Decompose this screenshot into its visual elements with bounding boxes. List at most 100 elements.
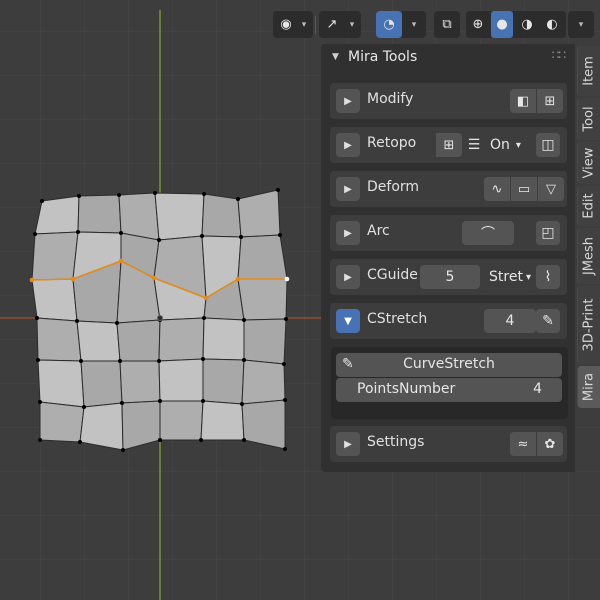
mesh-face[interactable] <box>39 401 85 443</box>
tab-3d-print[interactable]: 3D-Print <box>577 286 600 364</box>
subpanel-modify[interactable]: ▶ Modify ◧ ⊞ <box>330 83 567 119</box>
mesh-vertex[interactable] <box>158 399 162 403</box>
mesh-face[interactable] <box>119 360 161 404</box>
mesh-vertex[interactable] <box>284 317 288 321</box>
mesh-face[interactable] <box>118 192 160 241</box>
mesh-face[interactable] <box>202 358 245 405</box>
mesh-face[interactable] <box>158 358 204 402</box>
mesh-vertex[interactable] <box>199 438 203 442</box>
mesh-face[interactable] <box>116 319 161 362</box>
shape-deform-icon[interactable]: ▭ <box>511 177 538 201</box>
cube-icon[interactable]: ◰ <box>536 221 560 245</box>
overlays-button[interactable]: ◔ <box>376 11 402 38</box>
mesh-face[interactable] <box>158 317 205 362</box>
mesh-vertex[interactable] <box>82 405 86 409</box>
curvestretch-button[interactable]: ✎ CurveStretch <box>336 353 562 377</box>
mesh-vertex[interactable] <box>283 447 287 451</box>
mesh-vertex[interactable] <box>38 438 42 442</box>
mesh-vertex[interactable] <box>79 359 83 363</box>
expand-play-icon[interactable]: ▶ <box>336 432 360 456</box>
mesh-face[interactable] <box>31 278 78 322</box>
tab-item[interactable]: Item <box>577 46 600 96</box>
mesh-face[interactable] <box>201 193 242 238</box>
mesh-vertex[interactable] <box>276 188 280 192</box>
mesh-vertex[interactable] <box>242 358 246 362</box>
collapse-play-icon[interactable]: ▼ <box>336 309 360 333</box>
mesh-face[interactable] <box>159 400 204 441</box>
mesh-face[interactable] <box>243 318 287 365</box>
mesh-vertex[interactable] <box>35 316 39 320</box>
mesh-vertex[interactable] <box>202 316 206 320</box>
shading-dropdown[interactable]: ▾ <box>568 11 594 38</box>
expand-play-icon[interactable]: ▶ <box>336 177 360 201</box>
mesh-vertex[interactable] <box>282 362 286 366</box>
mesh-vertex[interactable] <box>283 398 287 402</box>
mesh-vertex[interactable] <box>120 401 124 405</box>
mesh-face[interactable] <box>154 192 205 241</box>
selected-vertex[interactable] <box>203 295 209 301</box>
mesh-vertex[interactable] <box>119 231 123 235</box>
mesh-vertex[interactable] <box>121 448 125 452</box>
subpanel-retopo[interactable]: ▶ Retopo ⊞ ☰ On ▾ ◫ <box>330 127 567 163</box>
tab-jmesh[interactable]: JMesh <box>577 228 600 284</box>
expand-play-icon[interactable]: ▶ <box>336 133 360 157</box>
mesh-vertex[interactable] <box>201 399 205 403</box>
cguide-dropdown[interactable]: Stret ▾ <box>484 265 536 289</box>
subpanel-arc[interactable]: ▶ Arc ⌒ ◰ <box>330 215 567 251</box>
expand-play-icon[interactable]: ▶ <box>336 89 360 113</box>
mesh-vertex[interactable] <box>38 400 42 404</box>
mesh-vertex[interactable] <box>240 402 244 406</box>
visibility-button[interactable]: ◉ ▾ <box>273 11 313 38</box>
grid-icon[interactable]: ⊞ <box>436 133 462 157</box>
curve-guide-icon[interactable]: ⌇ <box>536 265 560 289</box>
mesh-vertex[interactable] <box>239 235 243 239</box>
mesh-face[interactable] <box>237 278 288 321</box>
mesh-face[interactable] <box>37 359 85 408</box>
mesh-vertex[interactable] <box>76 230 80 234</box>
curve-deform-icon[interactable]: ∿ <box>484 177 511 201</box>
xray-button[interactable]: ⧉ <box>434 11 460 38</box>
mesh-vertex[interactable] <box>33 232 37 236</box>
drag-handle-icon[interactable]: ∷∷ <box>552 48 566 62</box>
mesh-vertex[interactable] <box>278 233 282 237</box>
expand-play-icon[interactable]: ▶ <box>336 221 360 245</box>
cguide-number-field[interactable]: 5 <box>420 265 480 289</box>
overlays-dropdown[interactable]: ▾ <box>402 11 426 38</box>
solid-shading-icon[interactable]: ● <box>491 11 513 38</box>
mesh-vertex[interactable] <box>117 193 121 197</box>
paint-icon[interactable]: ✿ <box>537 432 563 456</box>
selected-vertex[interactable] <box>284 276 290 282</box>
mesh-vertex[interactable] <box>75 319 79 323</box>
selected-vertex[interactable] <box>29 277 35 283</box>
mesh-face[interactable] <box>237 234 288 280</box>
mesh-face[interactable] <box>31 231 79 281</box>
tab-view[interactable]: View <box>577 142 600 184</box>
cstretch-number-field[interactable]: 4 <box>484 309 536 333</box>
mesh-face[interactable] <box>202 317 245 361</box>
mesh-face[interactable] <box>77 194 122 234</box>
stretch-brush-icon[interactable]: ✎ <box>536 309 560 333</box>
mesh-face[interactable] <box>79 402 124 451</box>
subpanel-deform[interactable]: ▶ Deform ∿ ▭ ▽ <box>330 171 567 207</box>
mesh-face[interactable] <box>80 360 123 408</box>
node-tree-icon[interactable]: ⊞ <box>537 89 563 113</box>
mesh-vertex[interactable] <box>242 438 246 442</box>
mesh-vertex[interactable] <box>157 359 161 363</box>
subpanel-cguide[interactable]: ▶ CGuide 5 Stret ▾ ⌇ <box>330 259 567 295</box>
mesh-vertex[interactable] <box>157 238 161 242</box>
expand-play-icon[interactable]: ▶ <box>336 265 360 289</box>
points-number-field[interactable]: PointsNumber 4 <box>336 378 562 402</box>
mesh-vertex[interactable] <box>153 191 157 195</box>
selected-vertex[interactable] <box>151 275 157 281</box>
mesh-vertex[interactable] <box>36 358 40 362</box>
mesh-vertex[interactable] <box>115 321 119 325</box>
subpanel-settings[interactable]: ▶ Settings ≈ ✿ <box>330 426 567 462</box>
gizmo-button[interactable]: ↗ ▾ <box>319 11 361 38</box>
tab-mira[interactable]: Mira <box>577 366 600 408</box>
split-icon[interactable]: ◧ <box>510 89 537 113</box>
panel-header[interactable]: ▼ Mira Tools ∷∷ <box>321 44 575 72</box>
selected-vertex[interactable] <box>235 276 241 282</box>
arc-icon[interactable]: ⌒ <box>462 221 514 245</box>
mesh-vertex[interactable] <box>40 199 44 203</box>
mesh-vertex[interactable] <box>158 438 162 442</box>
